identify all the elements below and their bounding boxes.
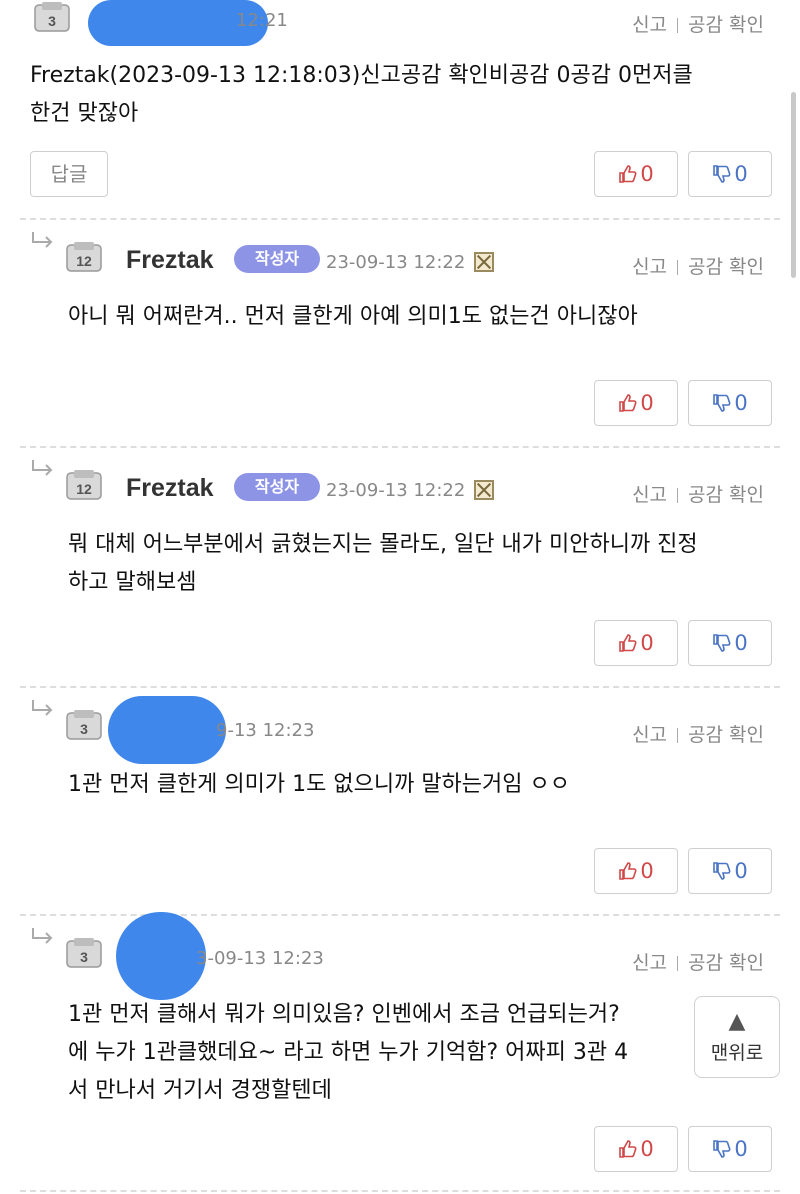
image-icon[interactable] — [474, 252, 494, 272]
svg-text:3: 3 — [80, 721, 88, 737]
thumbs-up-icon — [619, 165, 637, 183]
report-link[interactable]: 신고 — [632, 14, 667, 36]
redaction-scribble — [116, 912, 206, 1000]
level-badge: 3 — [66, 710, 104, 742]
divider — [677, 956, 679, 971]
empathy-check-link[interactable]: 공감 확인 — [688, 952, 764, 974]
like-button[interactable]: 0 — [594, 848, 678, 894]
redaction-scribble — [108, 696, 226, 764]
reply-button[interactable]: 답글 — [30, 151, 108, 197]
report-link[interactable]: 신고 — [632, 484, 667, 506]
divider — [677, 260, 679, 275]
dislike-button[interactable]: 0 — [688, 380, 772, 426]
comment-actions: 신고 공감 확인 — [632, 252, 764, 279]
dislike-button[interactable]: 0 — [688, 151, 772, 197]
comment-body: 아니 뭐 어쩌란겨.. 먼저 클한게 아예 의미1도 없는건 아니잖아 — [68, 304, 638, 329]
comment-body: 뭐 대체 어느부분에서 긁혔는지는 몰라도, 일단 내가 미안하니까 진정 하고… — [68, 532, 698, 595]
comment-2: 12 Freztak 작성자 23-09-13 12:22 신고 공감 확인 아니… — [20, 220, 780, 448]
comment-body: Freztak(2023-09-13 12:18:03)신고공감 확인비공감 0… — [30, 63, 693, 126]
comment-1: 3 12:21 신고 공감 확인 Freztak(2023-09-13 12:18… — [20, 0, 780, 220]
report-link[interactable]: 신고 — [632, 724, 667, 746]
thumbs-up-icon — [619, 394, 637, 412]
divider — [677, 488, 679, 503]
dislike-button[interactable]: 0 — [688, 620, 772, 666]
svg-text:3: 3 — [80, 949, 88, 965]
comment-3: 12 Freztak 작성자 23-09-13 12:22 신고 공감 확인 뭐 … — [20, 448, 780, 688]
comment-actions: 신고 공감 확인 — [632, 720, 764, 747]
comment-4: 3 9-13 12:23 신고 공감 확인 1관 먼저 클한게 의미가 1도 없으… — [20, 688, 780, 916]
scroll-to-top-label: 맨위로 — [710, 1042, 764, 1064]
scrollbar[interactable] — [791, 92, 796, 278]
divider — [677, 18, 679, 33]
comment-time: 23-09-13 12:22 — [326, 252, 466, 273]
comment-body: 1관 먼저 클해서 뭐가 의미있음? 인벤에서 조금 언급되는거? 에 누가 1… — [68, 1002, 629, 1103]
like-button[interactable]: 0 — [594, 380, 678, 426]
thumbs-down-icon — [713, 1140, 731, 1158]
thumbs-down-icon — [713, 634, 731, 652]
empathy-check-link[interactable]: 공감 확인 — [688, 256, 764, 278]
arrow-up-icon: ▲ — [728, 1009, 746, 1034]
dislike-button[interactable]: 0 — [688, 1126, 772, 1172]
scroll-to-top-button[interactable]: ▲ 맨위로 — [694, 996, 780, 1078]
author-badge: 작성자 — [234, 245, 320, 273]
image-icon[interactable] — [474, 480, 494, 500]
svg-text:12: 12 — [76, 253, 92, 269]
comment-actions: 신고 공감 확인 — [632, 10, 764, 37]
reply-arrow-icon — [32, 460, 53, 476]
level-badge: 3 — [34, 2, 72, 34]
reply-arrow-icon — [32, 232, 53, 248]
thumbs-up-icon — [619, 862, 637, 880]
empathy-check-link[interactable]: 공감 확인 — [688, 484, 764, 506]
nickname[interactable]: Freztak — [126, 474, 214, 503]
svg-text:3: 3 — [48, 13, 56, 29]
comment-time: 12:21 — [236, 10, 288, 31]
level-badge: 12 — [66, 242, 104, 274]
comment-time: 23-09-13 12:22 — [326, 480, 466, 501]
comment-actions: 신고 공감 확인 — [632, 480, 764, 507]
svg-text:12: 12 — [76, 481, 92, 497]
comment-time: 9-13 12:23 — [216, 720, 315, 741]
dislike-button[interactable]: 0 — [688, 848, 772, 894]
thumbs-up-icon — [619, 1140, 637, 1158]
thumbs-up-icon — [619, 634, 637, 652]
reply-arrow-icon — [32, 928, 53, 944]
empathy-check-link[interactable]: 공감 확인 — [688, 14, 764, 36]
empathy-check-link[interactable]: 공감 확인 — [688, 724, 764, 746]
like-button[interactable]: 0 — [594, 1126, 678, 1172]
comment-body: 1관 먼저 클한게 의미가 1도 없으니까 말하는거임 ㅇㅇ — [68, 772, 570, 797]
nickname[interactable]: Freztak — [126, 246, 214, 275]
comment-actions: 신고 공감 확인 — [632, 948, 764, 975]
divider — [677, 728, 679, 743]
level-badge: 12 — [66, 470, 104, 502]
comment-time: 3-09-13 12:23 — [196, 948, 324, 969]
level-badge: 3 — [66, 938, 104, 970]
thumbs-down-icon — [713, 165, 731, 183]
thumbs-down-icon — [713, 862, 731, 880]
author-badge: 작성자 — [234, 473, 320, 501]
like-button[interactable]: 0 — [594, 620, 678, 666]
report-link[interactable]: 신고 — [632, 952, 667, 974]
comment-5: 3 3-09-13 12:23 신고 공감 확인 1관 먼저 클해서 뭐가 의미있… — [20, 912, 780, 1192]
like-button[interactable]: 0 — [594, 151, 678, 197]
reply-arrow-icon — [32, 700, 53, 716]
thumbs-down-icon — [713, 394, 731, 412]
report-link[interactable]: 신고 — [632, 256, 667, 278]
